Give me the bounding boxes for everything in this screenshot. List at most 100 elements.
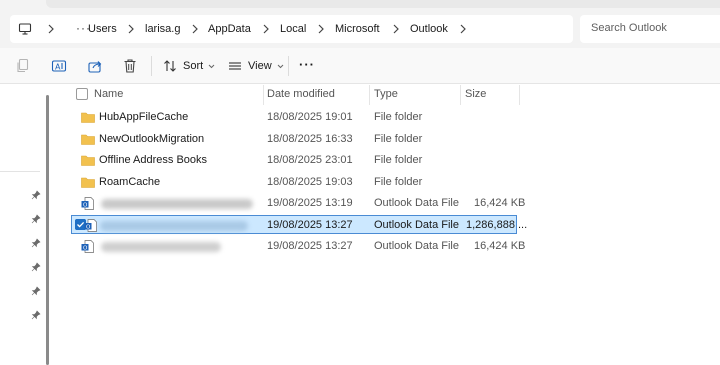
file-list: Name Date modified Type Size HubAppFileC… bbox=[53, 85, 720, 365]
file-name: HubAppFileCache bbox=[99, 111, 189, 123]
tab-strip bbox=[46, 0, 720, 8]
breadcrumb-microsoft[interactable]: Microsoft bbox=[335, 22, 380, 36]
file-type: File folder bbox=[374, 111, 423, 123]
folder-icon bbox=[81, 155, 95, 166]
column-header-name[interactable]: Name bbox=[94, 88, 123, 100]
file-type: File folder bbox=[374, 154, 423, 166]
share-icon bbox=[88, 61, 102, 73]
folder-icon bbox=[81, 177, 95, 188]
sort-button[interactable]: Sort bbox=[163, 57, 215, 75]
chevron-right-icon bbox=[263, 24, 269, 34]
column-header-date-modified[interactable]: Date modified bbox=[267, 88, 335, 100]
column-header-type[interactable]: Type bbox=[374, 88, 398, 100]
svg-text:O: O bbox=[83, 202, 88, 208]
toolbar-separator bbox=[151, 56, 152, 76]
file-type: File folder bbox=[374, 133, 423, 145]
search-placeholder: Search Outlook bbox=[591, 22, 667, 34]
file-date: 19/08/2025 13:27 bbox=[267, 219, 353, 231]
toolbar-separator bbox=[288, 56, 289, 76]
file-date: 19/08/2025 13:27 bbox=[267, 240, 353, 252]
view-button[interactable]: View bbox=[228, 57, 284, 75]
file-row[interactable]: NewOutlookMigration 18/08/2025 16:33 Fil… bbox=[71, 130, 517, 149]
breadcrumb-larisa-g[interactable]: larisa.g bbox=[145, 22, 180, 36]
column-divider[interactable] bbox=[369, 85, 370, 105]
nav-scrollbar[interactable] bbox=[44, 95, 50, 365]
file-size: 1,286,888 ... bbox=[466, 219, 528, 231]
file-row[interactable]: O 19/08/2025 13:19 Outlook Data File 16,… bbox=[71, 194, 525, 213]
file-date: 18/08/2025 16:33 bbox=[267, 133, 353, 145]
redacted-file-name bbox=[100, 221, 248, 231]
chevron-down-icon bbox=[277, 64, 284, 68]
outlook-data-file-icon: O bbox=[81, 240, 94, 253]
rename-icon: A bbox=[51, 60, 67, 72]
file-row[interactable]: RoamCache 18/08/2025 19:03 File folder bbox=[71, 173, 517, 192]
pin-icon[interactable] bbox=[31, 238, 41, 248]
pin-icon[interactable] bbox=[31, 262, 41, 272]
sort-label: Sort bbox=[183, 60, 204, 72]
pin-icon[interactable] bbox=[31, 310, 41, 320]
address-bar[interactable]: ··· Users larisa.g AppData Local Microso… bbox=[10, 15, 573, 43]
file-type: Outlook Data File bbox=[374, 219, 459, 231]
command-bar: A Sort View ··· bbox=[0, 48, 720, 84]
delete-button[interactable] bbox=[123, 57, 137, 75]
column-divider[interactable] bbox=[460, 85, 461, 105]
navigation-pane bbox=[0, 85, 53, 365]
column-header-row: Name Date modified Type Size bbox=[53, 85, 720, 105]
chevron-right-icon[interactable] bbox=[458, 23, 468, 35]
file-type: Outlook Data File bbox=[374, 197, 459, 209]
redacted-file-name bbox=[101, 242, 221, 252]
file-name: Offline Address Books bbox=[99, 154, 208, 166]
chevron-right-icon bbox=[48, 24, 54, 34]
file-size: 16,424 KB bbox=[474, 240, 526, 252]
column-header-size[interactable]: Size bbox=[465, 88, 486, 100]
breadcrumb-appdata[interactable]: AppData bbox=[208, 22, 251, 36]
view-label: View bbox=[248, 60, 272, 72]
chevron-down-icon bbox=[208, 64, 215, 68]
file-type: Outlook Data File bbox=[374, 240, 459, 252]
file-row[interactable]: HubAppFileCache 18/08/2025 19:01 File fo… bbox=[71, 108, 517, 127]
more-options-button[interactable]: ··· bbox=[299, 55, 315, 73]
file-row[interactable]: Offline Address Books 18/08/2025 23:01 F… bbox=[71, 151, 517, 170]
file-row-selected[interactable]: O 19/08/2025 13:27 Outlook Data File 1,2… bbox=[71, 215, 527, 234]
file-name: NewOutlookMigration bbox=[99, 133, 205, 145]
chevron-right-icon bbox=[318, 24, 324, 34]
chevron-right-icon bbox=[393, 24, 399, 34]
folder-icon bbox=[81, 134, 95, 145]
breadcrumb-users[interactable]: Users bbox=[88, 22, 117, 36]
sort-icon bbox=[164, 60, 176, 72]
more-options-icon: ··· bbox=[299, 56, 315, 72]
column-divider[interactable] bbox=[263, 85, 264, 105]
file-date: 18/08/2025 23:01 bbox=[267, 154, 353, 166]
pin-icon[interactable] bbox=[31, 190, 41, 200]
file-name: RoamCache bbox=[99, 176, 161, 188]
breadcrumb-local[interactable]: Local bbox=[280, 22, 306, 36]
copy-icon bbox=[17, 58, 29, 73]
select-all-checkbox[interactable] bbox=[76, 88, 88, 100]
nav-scrollbar-thumb[interactable] bbox=[46, 95, 49, 365]
file-date: 18/08/2025 19:03 bbox=[267, 176, 353, 188]
file-row[interactable]: O 19/08/2025 13:27 Outlook Data File 16,… bbox=[71, 237, 525, 256]
breadcrumb-outlook[interactable]: Outlook bbox=[410, 22, 448, 36]
file-date: 18/08/2025 19:01 bbox=[267, 111, 353, 123]
chevron-right-icon bbox=[192, 24, 198, 34]
outlook-data-file-icon: O bbox=[84, 219, 97, 232]
pin-icon[interactable] bbox=[31, 214, 41, 224]
trash-icon bbox=[124, 59, 136, 73]
file-size: 16,424 KB bbox=[474, 197, 526, 209]
this-pc-icon[interactable] bbox=[18, 22, 32, 36]
folder-icon bbox=[81, 112, 95, 123]
rename-button[interactable]: A bbox=[51, 57, 67, 75]
view-list-icon bbox=[229, 62, 241, 70]
outlook-data-file-icon: O bbox=[81, 197, 94, 210]
chevron-right-icon bbox=[128, 24, 134, 34]
search-box[interactable]: Search Outlook bbox=[580, 15, 720, 43]
pin-icon[interactable] bbox=[31, 286, 41, 296]
svg-text:O: O bbox=[86, 224, 91, 230]
svg-text:A: A bbox=[55, 63, 61, 72]
share-button[interactable] bbox=[87, 57, 103, 75]
address-bar-region: ··· Users larisa.g AppData Local Microso… bbox=[0, 0, 720, 48]
nav-divider bbox=[0, 171, 40, 172]
copy-button[interactable] bbox=[16, 57, 30, 75]
file-date: 19/08/2025 13:19 bbox=[267, 197, 353, 209]
column-divider[interactable] bbox=[519, 85, 520, 105]
